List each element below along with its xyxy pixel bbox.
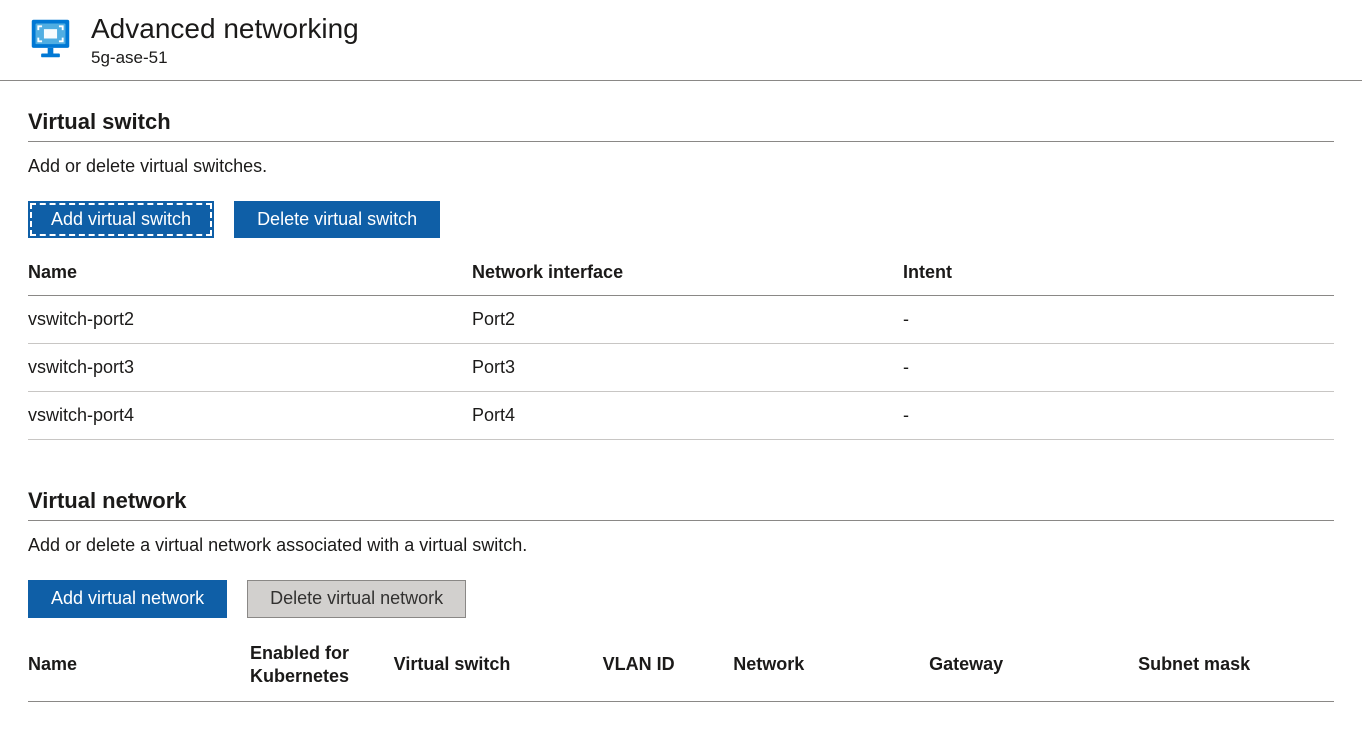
delete-virtual-switch-button[interactable]: Delete virtual switch: [234, 201, 440, 239]
add-virtual-network-button[interactable]: Add virtual network: [28, 580, 227, 618]
virtual-network-section: Virtual network Add or delete a virtual …: [28, 488, 1334, 701]
add-virtual-switch-button[interactable]: Add virtual switch: [28, 201, 214, 239]
col-subnet-mask[interactable]: Subnet mask: [1138, 630, 1334, 701]
table-row[interactable]: vswitch-port3 Port3 -: [28, 344, 1334, 392]
table-header-row: Name Enabled for Kubernetes Virtual swit…: [28, 630, 1334, 701]
table-row[interactable]: vswitch-port4 Port4 -: [28, 392, 1334, 440]
cell-name: vswitch-port2: [28, 296, 472, 344]
cell-network-interface: Port4: [472, 392, 903, 440]
virtual-switch-section: Virtual switch Add or delete virtual swi…: [28, 109, 1334, 441]
virtual-network-buttons: Add virtual network Delete virtual netwo…: [28, 580, 1334, 618]
virtual-network-table: Name Enabled for Kubernetes Virtual swit…: [28, 630, 1334, 702]
page-title: Advanced networking: [91, 12, 359, 46]
col-name[interactable]: Name: [28, 630, 250, 701]
cell-intent: -: [903, 296, 1334, 344]
col-virtual-switch[interactable]: Virtual switch: [394, 630, 603, 701]
virtual-switch-buttons: Add virtual switch Delete virtual switch: [28, 201, 1334, 239]
col-name[interactable]: Name: [28, 250, 472, 296]
virtual-network-title: Virtual network: [28, 488, 1334, 521]
table-header-row: Name Network interface Intent: [28, 250, 1334, 296]
col-intent[interactable]: Intent: [903, 250, 1334, 296]
virtual-switch-description: Add or delete virtual switches.: [28, 156, 1334, 177]
delete-virtual-network-button: Delete virtual network: [247, 580, 466, 618]
col-vlan-id[interactable]: VLAN ID: [603, 630, 734, 701]
col-network-interface[interactable]: Network interface: [472, 250, 903, 296]
table-row[interactable]: vswitch-port2 Port2 -: [28, 296, 1334, 344]
networking-icon: [28, 16, 73, 61]
header-text: Advanced networking 5g-ase-51: [91, 12, 359, 68]
cell-intent: -: [903, 392, 1334, 440]
virtual-switch-table: Name Network interface Intent vswitch-po…: [28, 250, 1334, 440]
page-subtitle: 5g-ase-51: [91, 48, 359, 68]
cell-intent: -: [903, 344, 1334, 392]
col-gateway[interactable]: Gateway: [929, 630, 1138, 701]
cell-network-interface: Port2: [472, 296, 903, 344]
col-enabled-k8s[interactable]: Enabled for Kubernetes: [250, 630, 394, 701]
cell-name: vswitch-port4: [28, 392, 472, 440]
page-header: Advanced networking 5g-ase-51: [0, 0, 1362, 81]
virtual-network-description: Add or delete a virtual network associat…: [28, 535, 1334, 556]
col-network[interactable]: Network: [733, 630, 929, 701]
virtual-switch-title: Virtual switch: [28, 109, 1334, 142]
cell-network-interface: Port3: [472, 344, 903, 392]
cell-name: vswitch-port3: [28, 344, 472, 392]
